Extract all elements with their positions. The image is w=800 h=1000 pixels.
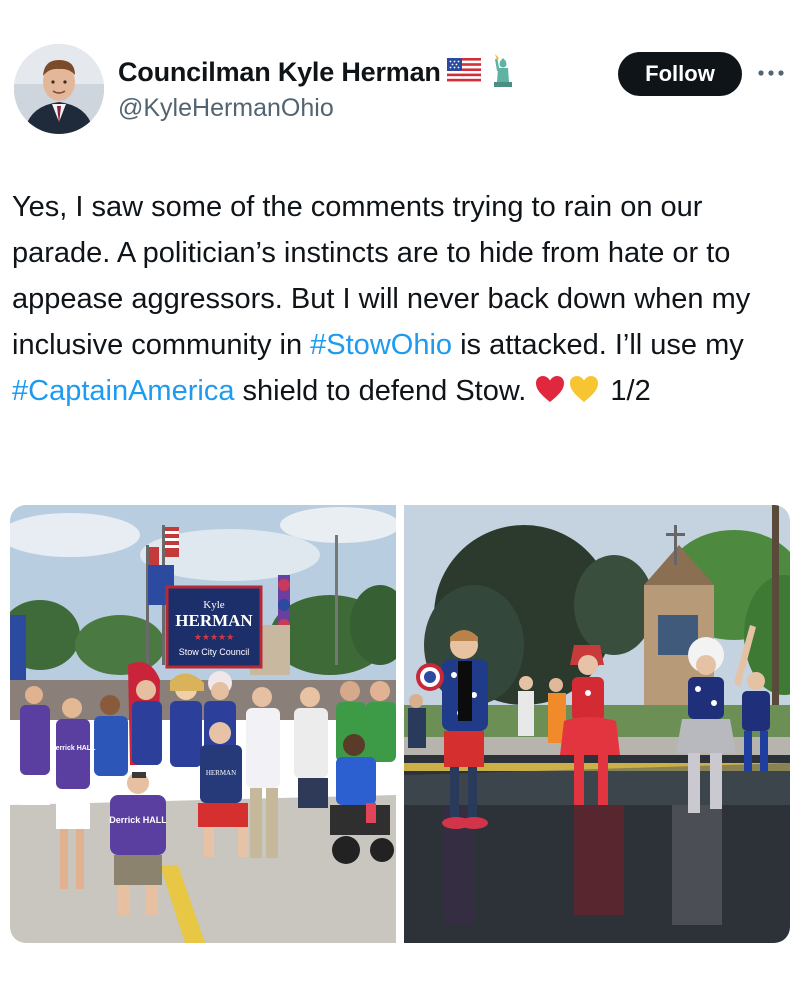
tweet-text: Yes, I saw some of the comments trying t…	[12, 184, 792, 418]
tweet-header: Councilman Kyle Herman @KyleHermanOhio F…	[14, 44, 786, 140]
tweet-text-segment: shield to defend Stow.	[234, 375, 535, 407]
avatar[interactable]	[14, 44, 104, 134]
sign-text-line2: HERMAN	[175, 611, 253, 630]
parade-street-photo	[404, 505, 790, 943]
shirt-text-front: Derrick HALL	[109, 815, 167, 825]
author-handle[interactable]: @KyleHermanOhio	[118, 94, 517, 123]
sign-text-line3: Stow City Council	[179, 647, 250, 657]
hashtag-captainamerica[interactable]: #CaptainAmerica	[12, 375, 234, 407]
photo-parade-street[interactable]	[404, 505, 790, 943]
more-dots-icon	[758, 70, 784, 76]
display-name-row: Councilman Kyle Herman	[118, 52, 517, 93]
avatar-photo	[14, 44, 104, 134]
yellow-heart-icon	[568, 372, 600, 418]
parade-group-photo: Kyle HERMAN ★★★★★ Stow City Council HERM…	[10, 505, 396, 943]
more-options-button[interactable]	[756, 60, 786, 86]
shirt-sign-text: HERMAN	[206, 769, 236, 777]
statue-of-liberty-icon	[487, 52, 517, 93]
red-heart-icon	[534, 372, 566, 418]
thread-counter: 1/2	[602, 375, 651, 407]
hashtag-stowohio[interactable]: #StowOhio	[310, 329, 452, 361]
follow-button[interactable]: Follow	[618, 52, 742, 96]
author-block: Councilman Kyle Herman @KyleHermanOhio	[118, 52, 517, 123]
shirt-text-side: Derrick HALL	[51, 745, 96, 752]
display-name[interactable]: Councilman Kyle Herman	[118, 57, 441, 88]
media-grid: Kyle HERMAN ★★★★★ Stow City Council HERM…	[10, 505, 790, 943]
sign-text-line1: Kyle	[203, 599, 225, 611]
us-flag-icon	[446, 57, 481, 87]
tweet-text-segment: is attacked. I’ll use my	[452, 329, 744, 361]
sign-stars: ★★★★★	[194, 633, 234, 643]
photo-parade-group[interactable]: Kyle HERMAN ★★★★★ Stow City Council HERM…	[10, 505, 396, 943]
